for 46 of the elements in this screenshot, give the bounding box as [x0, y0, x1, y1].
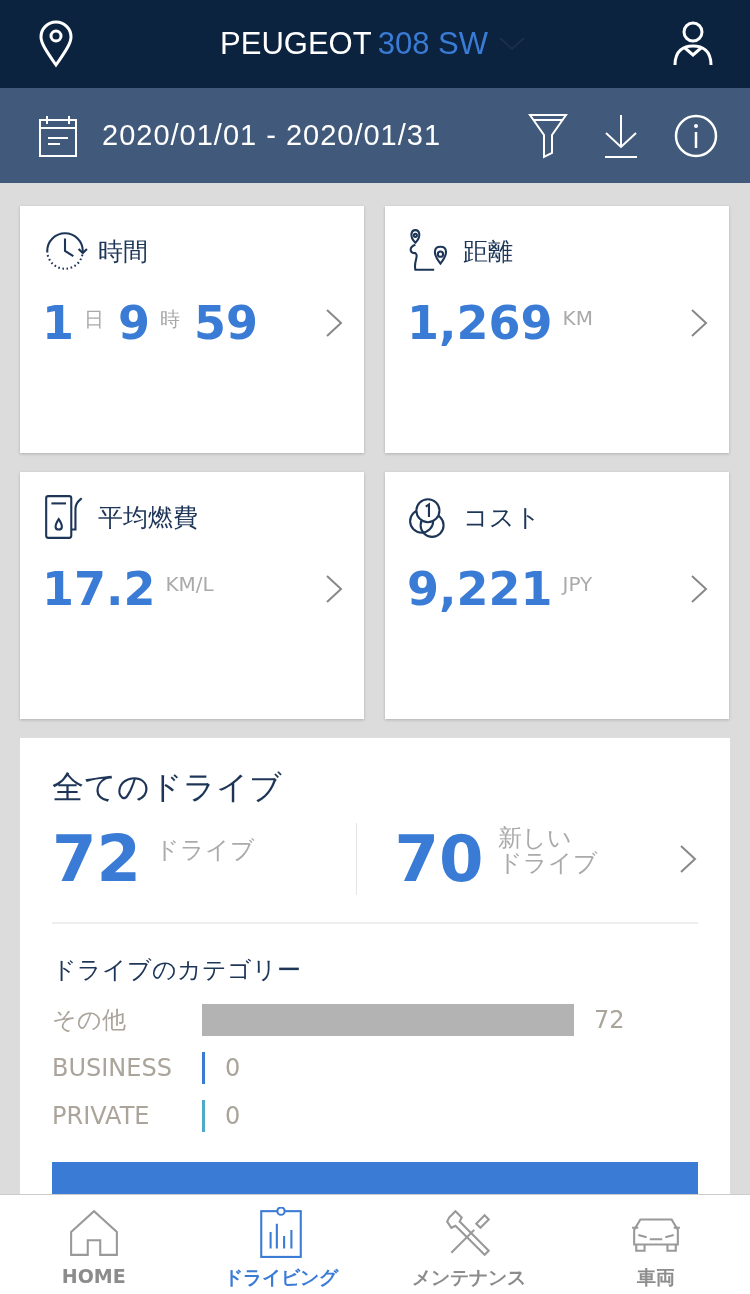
- category-label: その他: [52, 1005, 127, 1036]
- stat-value: 1,269: [407, 298, 553, 349]
- chevron-right-icon[interactable]: [689, 573, 709, 606]
- date-range[interactable]: 2020/01/01 - 2020/01/31: [102, 119, 528, 152]
- card-title: 平均燃費: [98, 501, 198, 534]
- category-count: 0: [225, 1102, 241, 1130]
- unit-label: 日: [84, 306, 104, 333]
- category-label: PRIVATE: [52, 1102, 151, 1130]
- new-drive-label: 新しい ドライブ: [497, 825, 599, 877]
- filter-icon[interactable]: [528, 112, 568, 159]
- category-title: ドライブのカテゴリー: [52, 955, 302, 986]
- stat-card[interactable]: 距離 1,269 KM: [385, 206, 729, 453]
- chevron-right-icon[interactable]: [324, 307, 344, 340]
- unit-label: JPY: [562, 572, 593, 596]
- category-label: BUSINESS: [52, 1054, 173, 1082]
- nav-tab[interactable]: ドライビング: [187, 1195, 375, 1294]
- stat-value: 9: [118, 298, 151, 349]
- card-title: 距離: [463, 235, 513, 268]
- category-count: 72: [594, 1006, 625, 1034]
- category-count: 0: [225, 1054, 241, 1082]
- vehicle-title: PEUGEOT 308 SW: [220, 26, 488, 62]
- stat-card[interactable]: コスト 9,221 JPY: [385, 472, 729, 719]
- card-title: コスト: [463, 501, 541, 534]
- stat-value: 59: [194, 298, 259, 349]
- unit-label: KM: [562, 306, 593, 330]
- unit-label: KM/L: [165, 572, 214, 596]
- house-icon: [67, 1207, 120, 1259]
- drive-count: 72: [52, 822, 142, 896]
- stat-value: 1: [42, 298, 74, 349]
- section-title: 全てのドライブ: [52, 767, 283, 808]
- drive-count-label: ドライブ: [155, 838, 256, 864]
- stat-value: 9,221: [407, 564, 553, 615]
- stat-card[interactable]: 時間 1 日 9 時 59: [20, 206, 364, 453]
- chevron-right-icon[interactable]: [678, 843, 698, 875]
- new-drive-count: 70: [394, 822, 484, 896]
- info-icon[interactable]: [674, 113, 718, 158]
- download-icon[interactable]: [602, 112, 640, 159]
- location-pin-icon[interactable]: [38, 20, 74, 68]
- chevron-right-icon[interactable]: [689, 307, 709, 340]
- calendar-icon[interactable]: [38, 113, 78, 158]
- unit-label: 時: [160, 306, 181, 333]
- stat-card[interactable]: 平均燃費 17.2 KM/L: [20, 472, 364, 719]
- stat-value: 17.2: [42, 564, 156, 615]
- user-icon[interactable]: [672, 20, 714, 68]
- card-title: 時間: [98, 235, 148, 268]
- chevron-right-icon[interactable]: [324, 573, 344, 606]
